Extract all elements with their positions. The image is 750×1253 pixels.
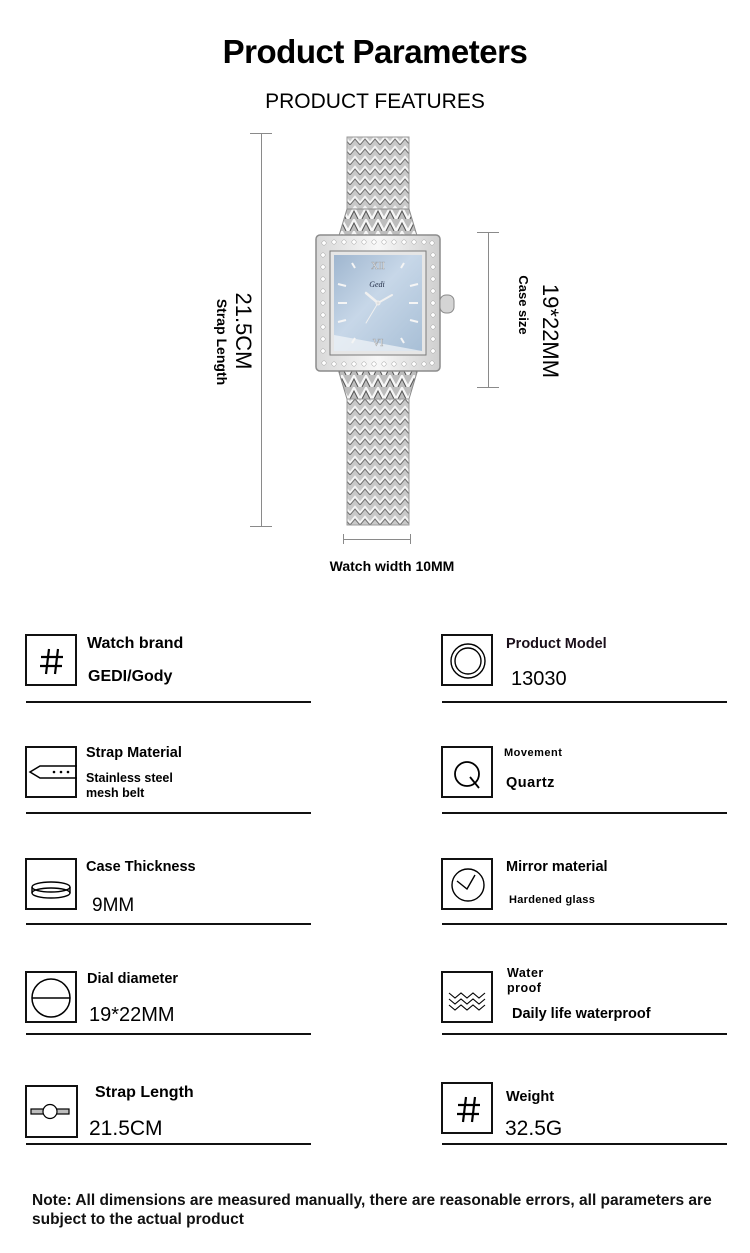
spec-label: Water proof (507, 966, 544, 995)
divider (26, 923, 311, 925)
svg-text:VI: VI (373, 338, 384, 349)
spec-watch-brand: Watch brand GEDI/Gody (25, 633, 315, 713)
spec-strap-material: Strap Material Stainless steel mesh belt (25, 744, 315, 824)
spec-label: Strap Material (86, 745, 182, 761)
divider (442, 812, 727, 814)
spec-value: GEDI/Gody (88, 668, 173, 685)
divider (26, 1143, 311, 1145)
case-thickness-icon (25, 858, 77, 910)
spec-label: Dial diameter (87, 971, 179, 987)
spec-label: Case Thickness (86, 859, 196, 875)
spec-mirror-material: Mirror material Hardened glass (441, 857, 731, 937)
spec-movement: Movement Quartz (441, 744, 731, 824)
spec-strap-length: Strap Length 21.5CM (25, 1083, 315, 1163)
watch-width-line (343, 534, 411, 544)
strap-length-icon (25, 1085, 78, 1138)
divider (26, 812, 311, 814)
spec-value: 21.5CM (89, 1117, 163, 1140)
strap-length-value: 21.5CM (231, 292, 256, 370)
spec-product-model: Product Model 13030 (441, 633, 731, 713)
divider (442, 923, 727, 925)
divider (442, 1033, 727, 1035)
spec-label: Strap Length (95, 1084, 194, 1101)
clock-check-icon (441, 858, 493, 910)
strap-length-bottom-tick (250, 526, 272, 527)
spec-value: 9MM (92, 895, 135, 916)
watch-width-caption: Watch width 10MM (329, 558, 455, 574)
hash-icon (25, 634, 77, 686)
case-size-line (488, 232, 489, 387)
spec-value: Quartz (506, 775, 555, 791)
spec-value: Hardened glass (509, 894, 596, 906)
strap-bottom (337, 368, 419, 526)
spec-dial-diameter: Dial diameter 19*22MM (25, 968, 315, 1048)
case-size-label: Case size (516, 275, 531, 335)
page-title: Product Parameters (222, 33, 528, 70)
strap-length-line (261, 133, 262, 526)
spec-label: Product Model (506, 636, 607, 652)
watch-image: XII VI Gedi (315, 136, 455, 526)
spec-weight: Weight 32.5G (441, 1080, 731, 1160)
spec-label: Movement (504, 747, 563, 759)
divider (442, 1143, 727, 1145)
spec-value: 32.5G (505, 1117, 563, 1140)
svg-text:XII: XII (371, 261, 385, 272)
strap-length-label: Strap Length (214, 298, 230, 386)
double-circle-icon (441, 634, 493, 686)
dial-brand: Gedi (369, 280, 385, 289)
spec-label: Weight (506, 1089, 555, 1105)
spec-label: Mirror material (506, 859, 608, 875)
waves-icon (441, 971, 493, 1023)
spec-label: Watch brand (87, 635, 184, 652)
disclaimer-note: Note: All dimensions are measured manual… (32, 1192, 712, 1228)
spec-value: Stainless steel mesh belt (86, 771, 173, 800)
quartz-q-icon (441, 746, 493, 798)
hash-icon (441, 1082, 493, 1134)
page-subtitle: PRODUCT FEATURES (265, 90, 485, 113)
strap-top (337, 136, 419, 240)
divider (442, 701, 727, 703)
divider (26, 701, 311, 703)
case-size-bottom-tick (477, 387, 499, 388)
spec-value: 13030 (511, 668, 567, 690)
dial-diameter-icon (25, 971, 77, 1023)
case-size-value: 19*22MM (538, 283, 563, 379)
spec-case-thickness: Case Thickness 9MM (25, 857, 315, 937)
spec-value: 19*22MM (89, 1004, 175, 1026)
spec-water-proof: Water proof Daily life waterproof (441, 964, 731, 1044)
strap-buckle-icon (25, 746, 77, 798)
divider (26, 1033, 311, 1035)
watch-case (315, 234, 455, 372)
spec-value: Daily life waterproof (512, 1006, 651, 1022)
